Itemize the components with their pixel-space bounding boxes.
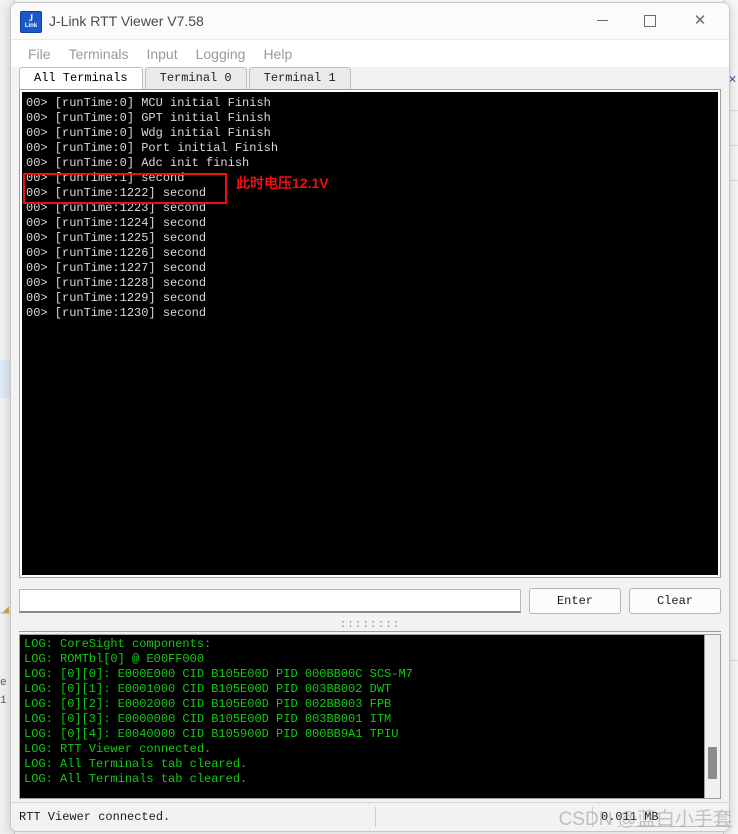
log-line: LOG: [0][0]: E000E000 CID B105E00D PID 0… xyxy=(24,667,413,681)
tab-terminal-0[interactable]: Terminal 0 xyxy=(144,67,247,89)
terminal-output[interactable]: 00> [runTime:0] MCU initial Finish 00> [… xyxy=(22,92,718,575)
title-bar[interactable]: J Link J-Link RTT Viewer V7.58 ✕ xyxy=(11,3,729,40)
menu-item-logging[interactable]: Logging xyxy=(187,43,255,65)
terminal-line: 00> [runTime:0] MCU initial Finish xyxy=(26,96,271,110)
log-line: LOG: CoreSight components: xyxy=(24,637,212,651)
command-input[interactable] xyxy=(19,589,521,613)
terminal-line: 00> [runTime:0] GPT initial Finish xyxy=(26,111,271,125)
minimize-button[interactable] xyxy=(579,3,625,38)
jlink-icon: J Link xyxy=(20,11,42,33)
log-line: LOG: All Terminals tab cleared. xyxy=(24,757,248,771)
splitter-rule xyxy=(19,631,721,632)
terminal-line: 00> [runTime:1230] second xyxy=(26,306,207,320)
menu-item-help[interactable]: Help xyxy=(254,43,301,65)
status-data-size: 0.011 MB xyxy=(592,807,729,827)
log-line: LOG: [0][1]: E0001000 CID B105E00D PID 0… xyxy=(24,682,392,696)
log-line: LOG: All Terminals tab cleared. xyxy=(24,772,248,786)
window-title: J-Link RTT Viewer V7.58 xyxy=(49,13,204,29)
terminal-line: 00> [runTime:0] Wdg initial Finish xyxy=(26,126,271,140)
terminal-line: 00> [runTime:1226] second xyxy=(26,246,207,260)
log-line: LOG: [0][2]: E0002000 CID B105E00D PID 0… xyxy=(24,697,392,711)
jlink-icon-word: Link xyxy=(24,23,38,29)
log-line: LOG: ROMTbl[0] @ E00FF000 xyxy=(24,652,205,666)
log-scrollbar-thumb[interactable] xyxy=(708,747,717,779)
menu-item-file[interactable]: File xyxy=(19,43,60,65)
tab-all-terminals[interactable]: All Terminals xyxy=(19,67,143,89)
terminal-line: 00> [runTime:1223] second xyxy=(26,201,207,215)
terminal-line: 00> [runTime:1224] second xyxy=(26,216,207,230)
close-button[interactable]: ✕ xyxy=(677,3,723,38)
enter-button[interactable]: Enter xyxy=(529,588,621,614)
screen-root: ◢ e 1 ✕ J Link J-Link RTT Viewer V7.58 ✕ xyxy=(0,0,738,834)
splitter-grip-icon: :::::::: xyxy=(339,618,401,631)
log-scrollbar[interactable] xyxy=(704,635,720,798)
maximize-button[interactable] xyxy=(627,3,673,38)
command-input-row: Enter Clear xyxy=(19,586,721,616)
terminal-line: 00> [runTime:1229] second xyxy=(26,291,207,305)
maximize-icon xyxy=(644,14,656,27)
terminal-output-panel[interactable]: 00> [runTime:0] MCU initial Finish 00> [… xyxy=(19,89,721,578)
jlink-icon-letter: J xyxy=(28,13,34,23)
log-line: LOG: [0][4]: E0040000 CID B105900D PID 0… xyxy=(24,727,399,741)
menu-item-input[interactable]: Input xyxy=(137,43,186,65)
close-icon: ✕ xyxy=(693,12,707,29)
terminal-line: 00> [runTime:0] Port initial Finish xyxy=(26,141,279,155)
menu-bar: File Terminals Input Logging Help xyxy=(11,40,729,67)
log-line: LOG: [0][3]: E0000000 CID B105E00D PID 0… xyxy=(24,712,392,726)
log-output[interactable]: LOG: CoreSight components: LOG: ROMTbl[0… xyxy=(20,635,705,798)
minimize-icon xyxy=(596,20,608,21)
panel-splitter[interactable]: :::::::: xyxy=(19,618,721,632)
terminal-line: 00> [runTime:1228] second xyxy=(26,276,207,290)
annotation-label: 此时电压12.1V xyxy=(236,175,329,191)
clear-button[interactable]: Clear xyxy=(629,588,721,614)
terminal-line: 00> [runTime:0] Adc init finish xyxy=(26,156,250,170)
log-panel[interactable]: LOG: CoreSight components: LOG: ROMTbl[0… xyxy=(19,634,721,799)
tab-terminal-1[interactable]: Terminal 1 xyxy=(248,67,351,89)
log-line: LOG: RTT Viewer connected. xyxy=(24,742,212,756)
menu-item-terminals[interactable]: Terminals xyxy=(60,43,138,65)
status-middle xyxy=(376,807,592,827)
status-bar: RTT Viewer connected. 0.011 MB xyxy=(11,802,729,831)
terminal-line: 00> [runTime:1] second xyxy=(26,171,185,185)
terminal-line: 00> [runTime:1225] second xyxy=(26,231,207,245)
terminal-line: 00> [runTime:1227] second xyxy=(26,261,207,275)
jlink-rtt-viewer-window: J Link J-Link RTT Viewer V7.58 ✕ File Te… xyxy=(10,2,730,832)
terminal-line: 00> [runTime:1222] second xyxy=(26,186,207,200)
terminal-tab-strip: All Terminals Terminal 0 Terminal 1 xyxy=(11,67,729,89)
status-connection: RTT Viewer connected. xyxy=(11,807,376,827)
